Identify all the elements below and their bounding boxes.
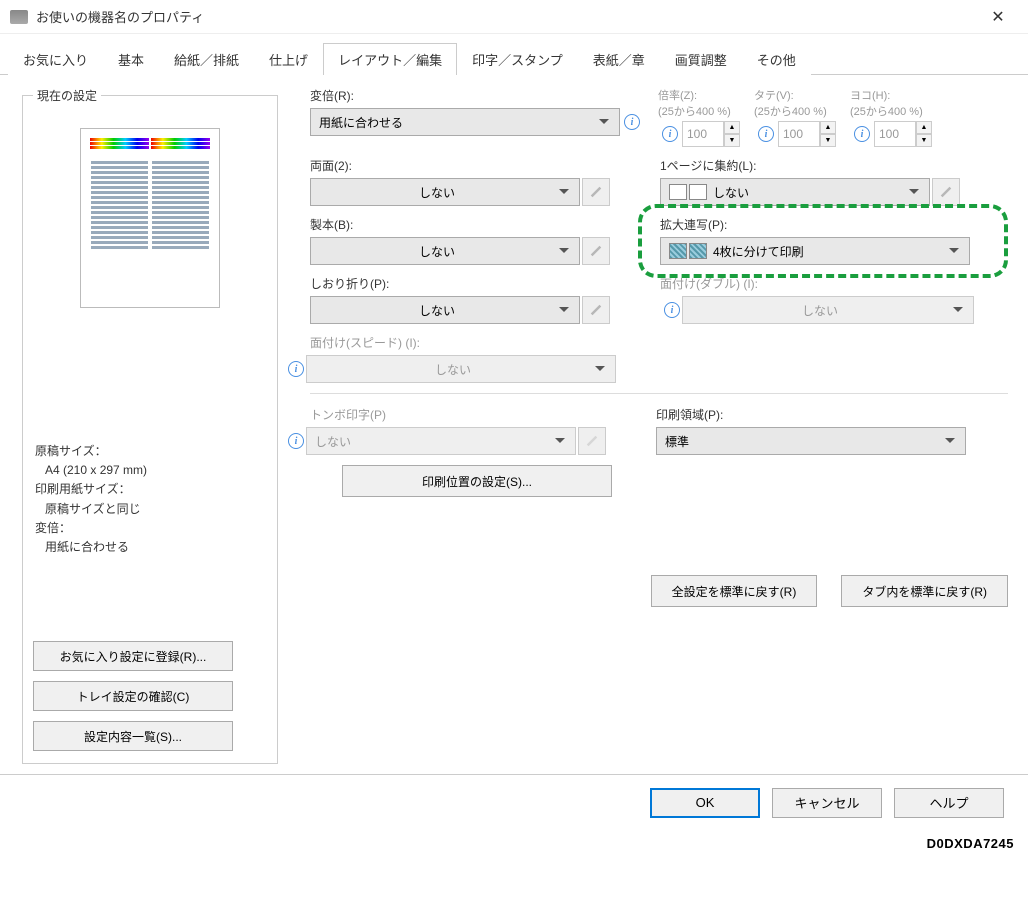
imposition-double-select: しない — [682, 296, 974, 324]
tab-quality[interactable]: 画質調整 — [660, 43, 742, 75]
poster-select[interactable]: 4枚に分けて印刷 — [660, 237, 970, 265]
info-icon[interactable]: i — [854, 126, 870, 142]
help-button[interactable]: ヘルプ — [894, 788, 1004, 818]
vert-input — [778, 121, 820, 147]
info-icon[interactable]: i — [288, 433, 304, 449]
printer-properties-dialog: お使いの機器名のプロパティ ✕ お気に入り 基本 給紙／排紙 仕上げ レイアウト… — [0, 0, 1028, 830]
imposition-speed-label: 面付け(スピード) (I): — [310, 334, 616, 351]
booklet-select[interactable]: しない — [310, 237, 580, 265]
tab-favorites[interactable]: お気に入り — [8, 43, 103, 75]
info-icon[interactable]: i — [624, 114, 640, 130]
tab-other[interactable]: その他 — [742, 43, 811, 75]
document-id: D0DXDA7245 — [0, 830, 1028, 855]
current-settings-group: 現在の設定 原稿サイズ： A4 (210 x 297 mm) 印刷用紙サイズ — [22, 87, 278, 764]
crop-details-button — [578, 427, 606, 455]
ok-button[interactable]: OK — [650, 788, 760, 818]
reset-all-button[interactable]: 全設定を標準に戻す(R) — [651, 575, 818, 607]
fold-details-button[interactable] — [582, 296, 610, 324]
duplex-select[interactable]: しない — [310, 178, 580, 206]
cancel-button[interactable]: キャンセル — [772, 788, 882, 818]
ratio-label: 倍率(Z):(25から400 %) — [658, 87, 740, 119]
printer-icon — [10, 10, 28, 24]
check-tray-button[interactable]: トレイ設定の確認(C) — [33, 681, 233, 711]
dialog-footer: OK キャンセル ヘルプ — [0, 774, 1028, 830]
tab-cover[interactable]: 表紙／章 — [578, 43, 660, 75]
print-area-label: 印刷領域(P): — [656, 406, 966, 423]
orig-size-label: 原稿サイズ： — [35, 442, 265, 461]
preview-image — [80, 128, 220, 308]
scale-label: 変倍： — [35, 519, 265, 538]
ratio-input — [682, 121, 724, 147]
horz-label: ヨコ(H):(25から400 %) — [850, 87, 932, 119]
tab-layout-edit[interactable]: レイアウト／編集 — [323, 43, 457, 75]
combine-select[interactable]: しない — [660, 178, 930, 206]
vert-label: タテ(V):(25から400 %) — [754, 87, 836, 119]
settings-list-button[interactable]: 設定内容一覧(S)... — [33, 721, 233, 751]
info-icon[interactable]: i — [664, 302, 680, 318]
info-icon[interactable]: i — [662, 126, 678, 142]
imposition-double-label: 面付け(ダブル) (I): — [660, 275, 974, 292]
register-favorite-button[interactable]: お気に入り設定に登録(R)... — [33, 641, 233, 671]
close-button[interactable]: ✕ — [978, 7, 1018, 27]
fold-label: しおり折り(P): — [310, 275, 610, 292]
fold-select[interactable]: しない — [310, 296, 580, 324]
duplex-label: 両面(2): — [310, 157, 610, 174]
crop-marks-select: しない — [306, 427, 576, 455]
preview-info: 原稿サイズ： A4 (210 x 297 mm) 印刷用紙サイズ： 原稿サイズと… — [33, 438, 267, 561]
combine-details-button[interactable] — [932, 178, 960, 206]
combine-label: 1ページに集約(L): — [660, 157, 960, 174]
scale-value: 用紙に合わせる — [35, 538, 265, 557]
current-settings-legend: 現在の設定 — [33, 87, 101, 104]
print-position-button[interactable]: 印刷位置の設定(S)... — [342, 465, 612, 497]
print-size-value: 原稿サイズと同じ — [35, 500, 265, 519]
scale-select[interactable]: 用紙に合わせる — [310, 108, 620, 136]
titlebar: お使いの機器名のプロパティ ✕ — [0, 0, 1028, 34]
scale-label: 変倍(R): — [310, 87, 644, 104]
tab-paper[interactable]: 給紙／排紙 — [159, 43, 254, 75]
print-area-select[interactable]: 標準 — [656, 427, 966, 455]
horz-input — [874, 121, 916, 147]
orig-size-value: A4 (210 x 297 mm) — [35, 461, 265, 480]
reset-tab-button[interactable]: タブ内を標準に戻す(R) — [841, 575, 1008, 607]
poster-label: 拡大連写(P): — [660, 216, 970, 233]
booklet-details-button[interactable] — [582, 237, 610, 265]
print-size-label: 印刷用紙サイズ： — [35, 480, 265, 499]
tab-finishing[interactable]: 仕上げ — [254, 43, 323, 75]
booklet-label: 製本(B): — [310, 216, 610, 233]
tab-strip: お気に入り 基本 給紙／排紙 仕上げ レイアウト／編集 印字／スタンプ 表紙／章… — [0, 34, 1028, 75]
info-icon[interactable]: i — [758, 126, 774, 142]
tab-basic[interactable]: 基本 — [103, 43, 159, 75]
crop-marks-label: トンボ印字(P) — [310, 406, 606, 423]
duplex-details-button[interactable] — [582, 178, 610, 206]
imposition-speed-select: しない — [306, 355, 616, 383]
window-title: お使いの機器名のプロパティ — [36, 7, 978, 26]
info-icon[interactable]: i — [288, 361, 304, 377]
tab-stamp[interactable]: 印字／スタンプ — [457, 43, 578, 75]
